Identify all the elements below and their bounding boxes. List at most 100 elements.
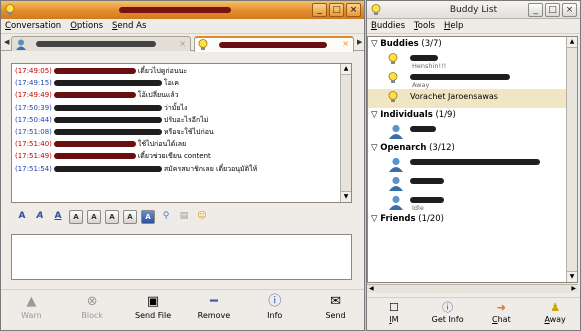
button-label: Away: [544, 315, 566, 324]
sender-redacted: [53, 92, 136, 99]
scroll-right-icon[interactable]: ▶: [571, 285, 576, 292]
lightbulb-icon: [5, 4, 15, 15]
tab-scroll-right-icon[interactable]: ▶: [357, 38, 362, 46]
away-button[interactable]: ♟ Away: [528, 298, 580, 330]
scroll-down-icon[interactable]: ▼: [341, 191, 351, 202]
lightbulb-icon: [198, 39, 208, 50]
link-icon[interactable]: ⚲: [159, 210, 173, 224]
remove-icon: ━: [209, 294, 218, 309]
buddy-name-redacted: [410, 126, 436, 132]
smiley-icon[interactable]: ☺: [195, 210, 209, 224]
info-button[interactable]: ⓘ Info: [244, 290, 305, 330]
italic-icon[interactable]: A: [33, 210, 47, 224]
button-label: Remove: [197, 311, 231, 320]
scroll-down-icon[interactable]: ▼: [567, 271, 577, 282]
close-button[interactable]: ×: [562, 3, 577, 17]
close-button[interactable]: ×: [346, 3, 361, 17]
im-button[interactable]: ☐ IM: [367, 298, 421, 330]
sender-redacted: [53, 104, 162, 111]
message-text: ว่ามั้ยไง: [163, 103, 188, 112]
menu-item-send-as[interactable]: Send As: [112, 21, 146, 33]
log-row: (17:51:40) ใช้ไปก่อนได้เลย: [15, 138, 348, 150]
conversation-actions: ▲ Warn ⊗ Block ▣ Send File ━ Remove ⓘ Info ✉ Send: [1, 289, 364, 330]
buddy-list-menubar: Buddies Tools Help: [367, 19, 580, 34]
image-icon[interactable]: ▤: [177, 210, 191, 224]
buddy-item[interactable]: [388, 122, 577, 141]
background-color-icon[interactable]: A: [141, 210, 155, 224]
button-label: Warn: [21, 311, 42, 320]
buddy-item[interactable]: Idle: [388, 193, 577, 212]
tab-conversation-1[interactable]: ×: [11, 36, 191, 51]
button-label: Send: [325, 311, 346, 320]
conversation-window: _ □ × Conversation Options Send As ◀ × × ▶…: [0, 0, 365, 331]
maximize-button[interactable]: □: [329, 3, 344, 17]
send-file-button[interactable]: ▣ Send File: [123, 290, 184, 330]
remove-button[interactable]: ━ Remove: [183, 290, 244, 330]
buddy-scrollbar[interactable]: ▲ ▼: [566, 37, 577, 282]
group-individuals[interactable]: ▽ Individuals (1/9): [368, 108, 577, 122]
buddy-lightbulb-icon: [388, 72, 406, 89]
tab-close-icon[interactable]: ×: [342, 39, 349, 48]
font-smaller-icon[interactable]: A: [69, 210, 83, 224]
menu-item-help[interactable]: Help: [444, 21, 463, 33]
tab-scroll-left-icon[interactable]: ◀: [4, 38, 9, 46]
group-friends[interactable]: ▽ Friends (1/20): [368, 212, 577, 226]
expander-icon[interactable]: ▽: [371, 110, 380, 120]
buddy-item[interactable]: [388, 155, 577, 174]
scroll-up-icon[interactable]: ▲: [341, 64, 351, 75]
horizontal-scrollbar[interactable]: ◀ ▶: [367, 284, 578, 293]
menu-item-buddies[interactable]: Buddies: [371, 21, 405, 33]
menu-item-options[interactable]: Options: [70, 21, 103, 33]
group-openarch[interactable]: ▽ Openarch (3/12): [368, 141, 577, 155]
message-timestamp: (17:51:40): [15, 140, 52, 149]
sender-redacted: [53, 116, 162, 123]
buddy-name: Vorachet Jaroensawas: [410, 92, 498, 101]
sender-redacted: [53, 80, 162, 87]
buddy-list-titlebar[interactable]: Buddy List _ □ ×: [367, 1, 580, 19]
buddy-name-redacted: [410, 159, 540, 165]
font-face-icon[interactable]: A: [123, 210, 137, 224]
message-input[interactable]: [11, 234, 352, 280]
expander-icon[interactable]: ▽: [371, 143, 380, 153]
get-info-button[interactable]: ⓘ Get Info: [421, 298, 475, 330]
font-bigger-icon[interactable]: A: [105, 210, 119, 224]
message-text: เดี๋ยวไปดูก่อนนะ: [137, 67, 188, 75]
expander-icon[interactable]: ▽: [371, 214, 380, 224]
message-text: โอ้เปลี่ยนแล้ว: [137, 91, 179, 100]
message-timestamp: (17:51:49): [15, 152, 52, 161]
tab-label-redacted: [219, 42, 327, 48]
scroll-left-icon[interactable]: ◀: [369, 285, 374, 292]
log-row: (17:51:08) หรือจะใช้ไปก่อน: [15, 126, 348, 138]
conversation-titlebar[interactable]: _ □ ×: [1, 1, 364, 19]
menu-item-tools[interactable]: Tools: [414, 21, 435, 33]
group-buddies[interactable]: ▽ Buddies (3/7): [368, 37, 577, 51]
maximize-button[interactable]: □: [545, 3, 560, 17]
warn-button[interactable]: ▲ Warn: [1, 290, 62, 330]
warn-icon: ▲: [26, 294, 37, 309]
buddy-item[interactable]: Vorachet Jaroensawas: [368, 89, 577, 108]
expander-icon[interactable]: ▽: [371, 39, 380, 49]
chat-button[interactable]: ➜ Chat: [475, 298, 529, 330]
buddy-icon: [16, 39, 26, 50]
minimize-button[interactable]: _: [312, 3, 327, 17]
send-button[interactable]: ✉ Send: [305, 290, 364, 330]
minimize-button[interactable]: _: [528, 3, 543, 17]
buddy-item[interactable]: Away: [388, 70, 577, 89]
underline-icon[interactable]: A: [51, 210, 65, 224]
button-label: Chat: [492, 315, 511, 324]
scroll-up-icon[interactable]: ▲: [567, 37, 577, 48]
message-timestamp: (17:49:15): [15, 79, 52, 88]
bold-icon[interactable]: A: [15, 210, 29, 224]
buddy-item[interactable]: [388, 174, 577, 193]
log-scrollbar[interactable]: ▲ ▼: [340, 64, 351, 202]
buddy-tree: ▽ Buddies (3/7) Henshin!!! Away Vorachet Ja…: [367, 36, 578, 283]
buddy-item[interactable]: Henshin!!!: [388, 51, 577, 70]
menu-item-conversation[interactable]: Conversation: [5, 21, 61, 33]
sender-redacted: [53, 141, 136, 148]
tab-close-icon[interactable]: ×: [179, 39, 186, 48]
log-row: (17:50:39) ว่ามั้ยไง: [15, 102, 348, 114]
tab-conversation-active[interactable]: ×: [194, 36, 354, 52]
font-normal-icon[interactable]: A: [87, 210, 101, 224]
block-button[interactable]: ⊗ Block: [62, 290, 123, 330]
message-text: หรือจะใช้ไปก่อน: [163, 127, 214, 136]
